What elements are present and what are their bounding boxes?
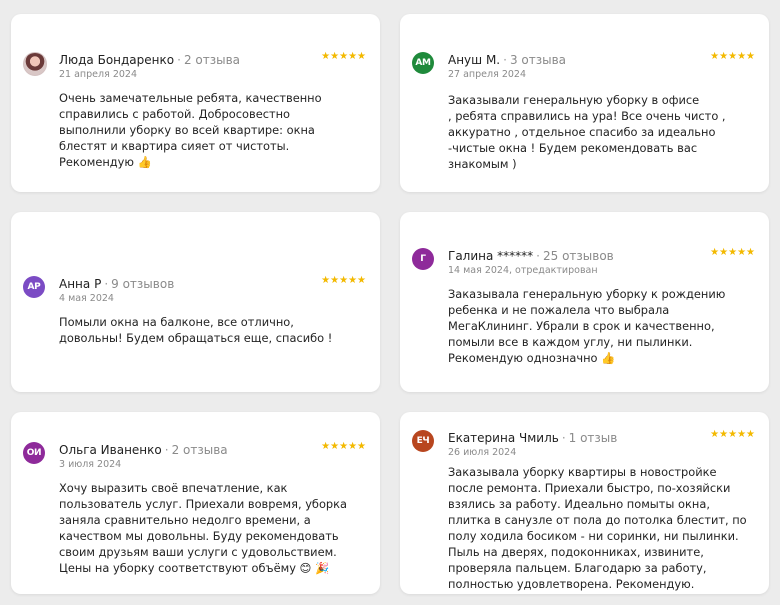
review-text-line: после ремонта. Приехали быстро, по-хозяй… [448,481,731,495]
author-name[interactable]: Анна Р [59,277,101,291]
review-text-line: Хочу выразить своё впечатление, как [59,481,288,495]
review-card: Люда Бондаренко · 2 отзыва 21 апреля 2024 … [11,14,380,192]
review-card: АР Анна Р · 9 отзывов 4 мая 2024 ★★★★★ Пом… [11,212,380,392]
review-date: 4 мая 2024 [59,293,114,304]
review-card: Г Галина ****** · 25 отзывов 14 мая 2024, … [400,212,769,392]
review-text-line: своим друзьям ваши услуги с удовольствие… [59,545,337,559]
author-name[interactable]: Галина ****** [448,249,533,263]
author-name[interactable]: Люда Бондаренко [59,53,174,67]
author-line: Анна Р · 9 отзывов [59,277,174,291]
review-date: 21 апреля 2024 [59,69,137,80]
separator-dot: · [561,431,566,445]
author-line: Ольга Иваненко · 2 отзыва [59,443,228,457]
author-line: Люда Бондаренко · 2 отзыва [59,53,240,67]
review-text: Помыли окна на балконе, все отлично, дов… [59,314,366,346]
review-text-line: полу ходила босиком - ни соринки, ни пыл… [448,529,739,543]
star-rating: ★★★★★ [321,275,366,286]
review-text: Хочу выразить своё впечатление, как поль… [59,480,366,576]
author-name[interactable]: Ануш М. [448,53,500,67]
review-count: 25 отзывов [542,249,614,263]
author-avatar[interactable]: Г [412,248,434,270]
separator-dot: · [177,53,181,67]
review-text-line: -чистые окна ! Будем рекомендовать вас [448,141,698,155]
review-text: Заказывала уборку квартиры в новостройке… [448,464,755,592]
author-name[interactable]: Екатерина Чмиль [448,431,559,445]
review-text-line: помыли все в каждом углу, ни пылинки. [448,335,693,349]
review-text-line: Очень замечательные ребята, качественно [59,91,322,105]
author-line: Ануш М. · 3 отзыва [448,53,566,67]
review-text-line: взялись за работу. Идеально помыты окна, [448,497,710,511]
review-text-line: Помыли окна на балконе, все отлично, [59,315,294,329]
review-card: ЕЧ Екатерина Чмиль · 1 отзыв 26 июля 2024 … [400,412,769,594]
review-text-line: Заказывали генеральную уборку в офисе [448,93,700,107]
separator-dot: · [536,249,540,263]
review-header: ОИ Ольга Иваненко · 2 отзыва 3 июля 2024 ★… [23,440,366,474]
review-header: Люда Бондаренко · 2 отзыва 21 апреля 2024 … [23,50,366,84]
review-header: АР Анна Р · 9 отзывов 4 мая 2024 ★★★★★ [23,274,366,308]
review-text-line: плитка в санузле от пола до потолка блес… [448,513,747,527]
review-text-line: Пыль на дверях, подоконниках, извините, [448,545,704,559]
star-rating: ★★★★★ [710,429,755,440]
star-rating: ★★★★★ [321,51,366,62]
review-text-line: справились с работой. Добросовестно [59,107,291,121]
review-text-line: знакомым ) [448,157,517,171]
separator-dot: · [503,53,507,67]
review-count: 3 отзыва [509,53,567,67]
review-count: 1 отзыв [568,431,618,445]
author-name[interactable]: Ольга Иваненко [59,443,162,457]
author-avatar[interactable]: ЕЧ [412,430,434,452]
review-text-line: Цены на уборку соответствуют объёму 😊 🎉 [59,561,330,575]
review-count: 9 отзывов [111,277,175,291]
author-line: Екатерина Чмиль · 1 отзыв [448,431,617,445]
review-header: Г Галина ****** · 25 отзывов 14 мая 2024, … [412,246,755,280]
review-count: 2 отзыва [171,443,228,457]
review-header: ЕЧ Екатерина Чмиль · 1 отзыв 26 июля 2024 … [412,428,755,462]
reviews-grid: Люда Бондаренко · 2 отзыва 21 апреля 2024 … [0,0,780,605]
star-rating: ★★★★★ [321,441,366,452]
review-header: АМ Ануш М. · 3 отзыва 27 апреля 2024 ★★★★★ [412,50,755,84]
review-text-line: довольны! Будем обращаться еще, спасибо … [59,331,333,345]
review-text-line: Заказывала уборку квартиры в новостройке [448,465,717,479]
review-text-line: пользователь услуг. Приехали вовремя, уб… [59,497,348,511]
review-text-line: , ребята справились на ура! Все очень чи… [448,109,726,123]
star-rating: ★★★★★ [710,247,755,258]
review-text-line: Рекомендую 👍 [59,155,152,169]
review-text-line: проверяла пальцем. Благодарю за работу, [448,561,707,575]
review-text-line: выполнили уборку во всей квартире: окна [59,123,315,137]
star-rating: ★★★★★ [710,51,755,62]
review-text-line: качеством мы довольны. Буду рекомендоват… [59,529,339,543]
review-text-line: ребенка и не пожалела что выбрала [448,303,670,317]
review-text: Заказывали генеральную уборку в офисе , … [448,92,755,172]
separator-dot: · [104,277,109,291]
review-text: Заказывала генеральную уборку к рождению… [448,286,755,366]
author-avatar[interactable]: АР [23,276,45,298]
review-date: 14 мая 2024, отредактирован [448,265,598,276]
review-card: ОИ Ольга Иваненко · 2 отзыва 3 июля 2024 ★… [11,412,380,594]
review-text-line: аккуратно , отдельное спасибо за идеальн… [448,125,716,139]
review-text-line: заняла сравнительно недолго времени, а [59,513,311,527]
review-date: 27 апреля 2024 [448,69,526,80]
separator-dot: · [164,443,169,457]
review-date: 26 июля 2024 [448,447,517,458]
review-date: 3 июля 2024 [59,459,122,470]
review-card: АМ Ануш М. · 3 отзыва 27 апреля 2024 ★★★★★… [400,14,769,192]
review-text: Очень замечательные ребята, качественно … [59,90,366,170]
review-text-line: полностью удовлетворена. Рекомендую. [448,577,695,591]
author-avatar[interactable] [23,52,47,76]
review-text-line: Заказывала генеральную уборку к рождению [448,287,726,301]
review-text-line: Рекомендую однозначно 👍 [448,351,616,365]
review-text-line: блестят и квартира сияет от чистоты. [59,139,290,153]
author-avatar[interactable]: АМ [412,52,434,74]
author-avatar[interactable]: ОИ [23,442,45,464]
review-text-line: МегаКлининг. Убрали в срок и качественно… [448,319,715,333]
author-line: Галина ****** · 25 отзывов [448,249,614,263]
review-count: 2 отзыва [183,53,240,67]
